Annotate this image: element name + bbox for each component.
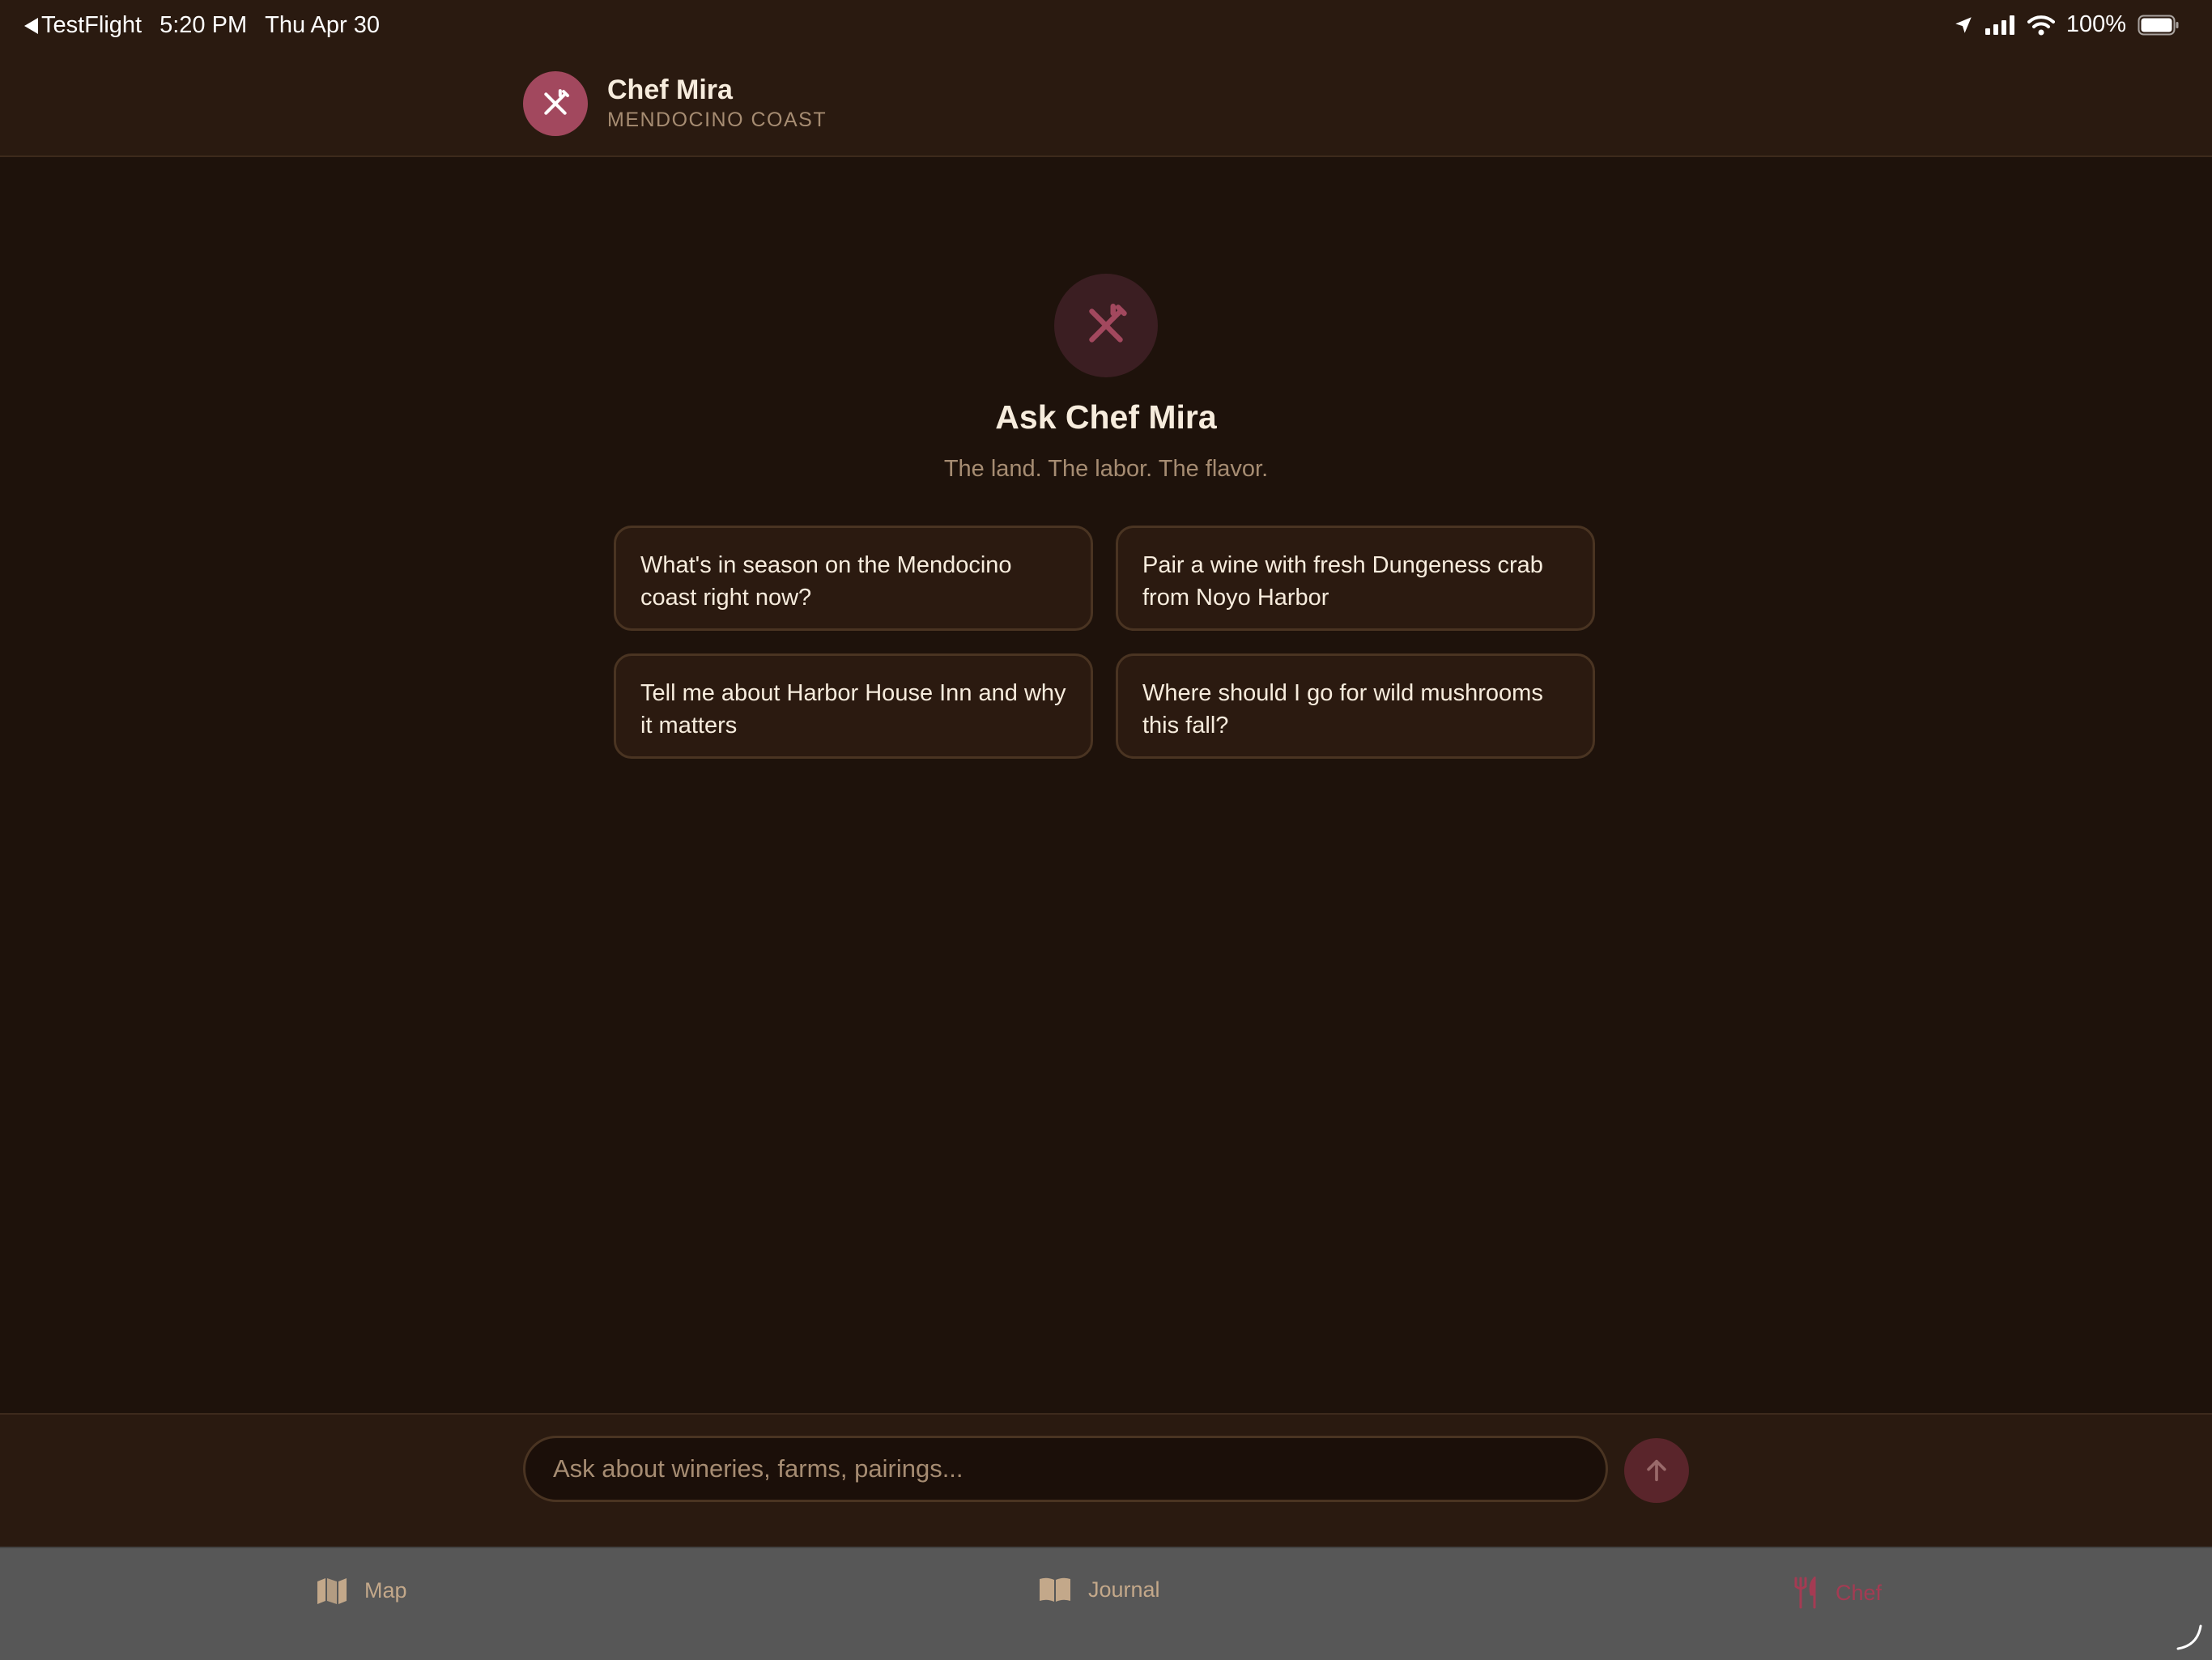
send-button[interactable] bbox=[1624, 1438, 1689, 1503]
map-icon bbox=[317, 1578, 347, 1604]
status-right: 100% bbox=[1953, 11, 2180, 38]
status-date: Thu Apr 30 bbox=[265, 12, 380, 38]
utensils-crossed-icon bbox=[1089, 304, 1127, 343]
back-to-app-button[interactable]: TestFlight bbox=[24, 12, 142, 39]
hero-title: Ask Chef Mira bbox=[995, 398, 1217, 436]
status-time: 5:20 PM bbox=[160, 12, 248, 38]
message-input[interactable] bbox=[551, 1454, 1580, 1484]
cellular-signal-icon bbox=[1984, 15, 2014, 35]
suggestion-card-in-season[interactable]: What's in season on the Mendocino coast … bbox=[614, 526, 1093, 631]
message-input-wrapper[interactable] bbox=[523, 1436, 1608, 1502]
hero-tagline: The land. The labor. The flavor. bbox=[943, 456, 1269, 482]
status-bar: TestFlight 5:20 PM Thu Apr 30 100% bbox=[0, 0, 2212, 50]
battery-icon bbox=[2138, 15, 2179, 35]
tab-journal[interactable]: Journal bbox=[1038, 1577, 1160, 1603]
tab-map-label: Map bbox=[364, 1577, 407, 1603]
resize-handle-icon[interactable] bbox=[2173, 1621, 2206, 1654]
tab-chef[interactable]: Chef bbox=[1792, 1577, 1882, 1609]
wifi-icon bbox=[2027, 15, 2055, 35]
tab-map[interactable]: Map bbox=[316, 1577, 407, 1604]
suggestion-card-wine-pairing[interactable]: Pair a wine with fresh Dungeness crab fr… bbox=[1116, 526, 1595, 631]
arrow-up-icon bbox=[1647, 1459, 1666, 1482]
fork-knife-icon bbox=[1794, 1577, 1816, 1609]
message-composer bbox=[0, 1413, 2212, 1548]
battery-percent: 100% bbox=[2065, 11, 2126, 37]
status-left: TestFlight 5:20 PM Thu Apr 30 bbox=[24, 12, 380, 39]
chat-header: Chef Mira MENDOCINO COAST bbox=[0, 50, 2212, 157]
header-title: Chef Mira bbox=[607, 74, 733, 105]
location-icon bbox=[1955, 16, 1972, 33]
suggestion-card-harbor-house[interactable]: Tell me about Harbor House Inn and why i… bbox=[614, 653, 1093, 759]
chef-avatar bbox=[523, 71, 588, 136]
tab-bar: Map Journal Chef bbox=[0, 1547, 2212, 1660]
tab-chef-label: Chef bbox=[1836, 1580, 1882, 1605]
suggestion-card-wild-mushrooms[interactable]: Where should I go for wild mushrooms thi… bbox=[1116, 653, 1595, 759]
back-arrow-icon bbox=[24, 17, 38, 34]
hero-avatar bbox=[1054, 274, 1158, 377]
back-app-label: TestFlight bbox=[41, 12, 143, 38]
utensils-crossed-icon bbox=[544, 89, 569, 115]
header-subtitle: MENDOCINO COAST bbox=[607, 109, 827, 131]
book-open-icon bbox=[1040, 1577, 1070, 1602]
tab-journal-label: Journal bbox=[1088, 1577, 1160, 1602]
